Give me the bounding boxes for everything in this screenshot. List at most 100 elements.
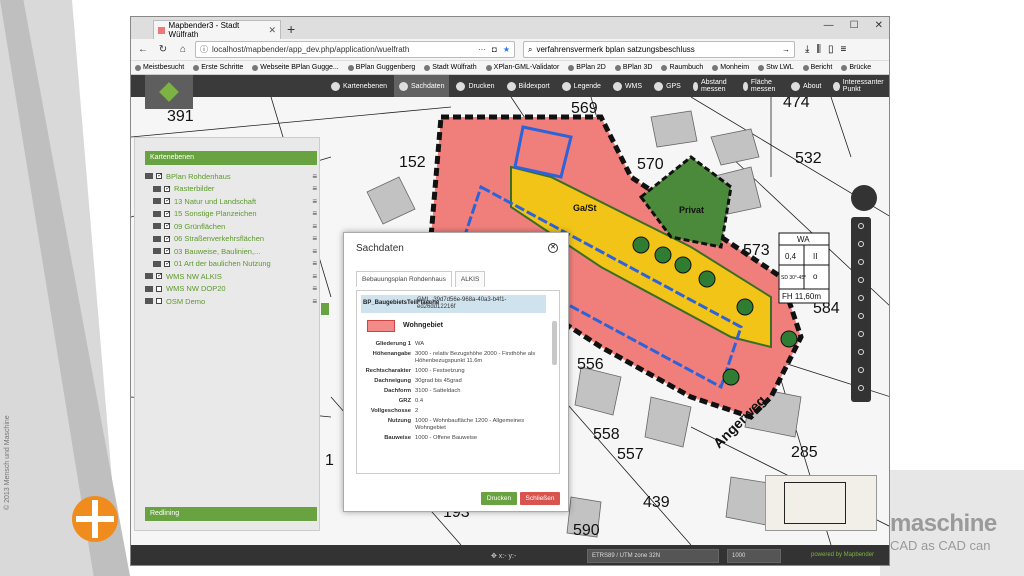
toolbar-wms[interactable]: WMS xyxy=(608,75,647,97)
zoom-step[interactable] xyxy=(858,331,864,337)
layer-item[interactable]: ✓ 06 Straßenverkehrsflächen ≡ xyxy=(145,233,317,246)
bookmark-item[interactable]: Meistbesucht xyxy=(135,64,184,71)
panel-collapse-handle[interactable] xyxy=(321,303,329,315)
layer-checkbox[interactable]: ✓ xyxy=(164,185,170,192)
layer-menu-icon[interactable]: ≡ xyxy=(312,272,317,281)
layer-checkbox[interactable]: ✓ xyxy=(156,273,162,280)
menu-icon[interactable]: ≡ xyxy=(841,44,847,55)
search-bar[interactable]: ⌕ verfahrensvermerk bplan satzungsbeschl… xyxy=(523,41,795,58)
layer-menu-icon[interactable]: ≡ xyxy=(312,259,317,268)
layer-menu-icon[interactable]: ≡ xyxy=(312,247,317,256)
minimize-icon[interactable]: — xyxy=(824,20,834,31)
zoom-step[interactable] xyxy=(858,295,864,301)
bookmark-item[interactable]: Brücke xyxy=(841,64,871,71)
layer-item[interactable]: ✓ 09 Grünflächen ≡ xyxy=(145,220,317,233)
pan-control-icon[interactable] xyxy=(851,185,877,211)
zoom-step[interactable] xyxy=(858,385,864,391)
layer-checkbox[interactable]: ✓ xyxy=(156,173,162,180)
zoom-step[interactable] xyxy=(858,313,864,319)
page-actions-icon[interactable]: ··· xyxy=(478,45,486,54)
layer-checkbox[interactable]: ✓ xyxy=(164,210,170,217)
toolbar-drucken[interactable]: Drucken xyxy=(451,75,499,97)
toolbar-sachdaten[interactable]: Sachdaten xyxy=(393,75,450,97)
layer-item[interactable]: ✓ 03 Bauweise, Baulinien,... ≡ xyxy=(145,245,317,258)
layer-checkbox[interactable]: ✓ xyxy=(164,198,170,205)
layer-item[interactable]: ✓ BPlan Rohdenhaus ≡ xyxy=(145,170,317,183)
layer-menu-icon[interactable]: ≡ xyxy=(312,284,317,293)
sidebar-icon[interactable]: ▯ xyxy=(828,44,834,55)
layer-item[interactable]: ✓ 01 Art der baulichen Nutzung ≡ xyxy=(145,258,317,271)
toolbar-about[interactable]: About xyxy=(786,75,826,97)
zoom-step[interactable] xyxy=(858,277,864,283)
toolbar-gps[interactable]: GPS xyxy=(649,75,686,97)
tab-bebauungsplan[interactable]: Bebauungsplan Rohdenhaus xyxy=(356,271,452,287)
layer-checkbox[interactable]: ✓ xyxy=(164,223,170,230)
layer-checkbox[interactable] xyxy=(156,298,162,305)
bookmark-item[interactable]: Stw LWL xyxy=(758,64,794,71)
layer-menu-icon[interactable]: ≡ xyxy=(312,172,317,181)
layer-checkbox[interactable]: ✓ xyxy=(164,235,170,242)
layer-checkbox[interactable] xyxy=(156,285,162,292)
scale-select[interactable]: 1000 xyxy=(727,549,781,563)
layer-item[interactable]: ✓ 13 Natur und Landschaft ≡ xyxy=(145,195,317,208)
bookmark-item[interactable]: Webseite BPlan Gugge... xyxy=(252,64,339,71)
layer-menu-icon[interactable]: ≡ xyxy=(312,184,317,193)
layer-item[interactable]: ✓ Rasterbilder ≡ xyxy=(145,183,317,196)
bookmark-item[interactable]: Monheim xyxy=(712,64,749,71)
pocket-icon[interactable]: ◘ xyxy=(492,45,497,54)
redlining-panel-title[interactable]: Redlining xyxy=(145,507,317,521)
bookmark-item[interactable]: BPlan 3D xyxy=(614,64,652,71)
bookmark-item[interactable]: Raumbuch xyxy=(661,64,703,71)
bookmark-item[interactable]: Bericht xyxy=(802,64,832,71)
bookmark-item[interactable]: BPlan Guggenberg xyxy=(347,64,415,71)
reload-icon[interactable]: ↻ xyxy=(155,42,171,58)
toolbar-kartenebenen[interactable]: Kartenebenen xyxy=(326,75,392,97)
layer-checkbox[interactable]: ✓ xyxy=(164,248,170,255)
layer-item[interactable]: WMS NW DOP20 ≡ xyxy=(145,283,317,296)
zoom-step[interactable] xyxy=(858,223,864,229)
layer-panel-title: Kartenebenen xyxy=(145,151,317,165)
bookmark-item[interactable]: Erste Schritte xyxy=(193,64,243,71)
layer-menu-icon[interactable]: ≡ xyxy=(312,234,317,243)
layer-item[interactable]: OSM Demo ≡ xyxy=(145,295,317,308)
close-window-icon[interactable]: ✕ xyxy=(875,20,883,31)
layer-checkbox[interactable]: ✓ xyxy=(164,260,170,267)
toolbar-flaeche[interactable]: Fläche messen xyxy=(738,75,785,97)
new-tab-icon[interactable]: + xyxy=(287,21,295,37)
bookmark-item[interactable]: BPlan 2D xyxy=(568,64,606,71)
bookmark-item[interactable]: XPlan-GML-Validator xyxy=(485,64,559,71)
layer-menu-icon[interactable]: ≡ xyxy=(312,222,317,231)
layer-item[interactable]: ✓ 15 Sonstige Planzeichen ≡ xyxy=(145,208,317,221)
zoom-step[interactable] xyxy=(858,367,864,373)
browser-tab[interactable]: Mapbender3 - Stadt Wülfrath ✕ xyxy=(153,20,281,39)
back-icon[interactable]: ← xyxy=(135,42,151,58)
tab-alkis[interactable]: ALKIS xyxy=(454,271,486,287)
bookmark-star-icon[interactable]: ★ xyxy=(503,45,510,54)
toolbar-bildexport[interactable]: Bildexport xyxy=(502,75,555,97)
print-button[interactable]: Drucken xyxy=(481,492,517,505)
download-icon[interactable]: ⤓ xyxy=(805,44,809,55)
layer-menu-icon[interactable]: ≡ xyxy=(312,197,317,206)
close-button[interactable]: Schließen xyxy=(520,492,560,505)
layer-item[interactable]: ✓ WMS NW ALKIS ≡ xyxy=(145,270,317,283)
maximize-icon[interactable]: ☐ xyxy=(850,20,859,31)
zoom-step[interactable] xyxy=(858,241,864,247)
srs-select[interactable]: ETRS89 / UTM zone 32N xyxy=(587,549,719,563)
toolbar-poi[interactable]: Interessanter Punkt xyxy=(828,75,889,97)
library-icon[interactable]: ⫼ xyxy=(816,44,821,55)
zoom-step[interactable] xyxy=(858,259,864,265)
tab-close-icon[interactable]: ✕ xyxy=(268,25,276,36)
url-bar[interactable]: ⓘ localhost/mapbender/app_dev.php/applic… xyxy=(195,41,515,58)
bookmark-item[interactable]: Stadt Wülfrath xyxy=(424,64,477,71)
search-go-icon[interactable]: → xyxy=(782,45,790,54)
overview-map[interactable] xyxy=(765,475,877,531)
zoom-step[interactable] xyxy=(858,349,864,355)
dialog-scrollbar[interactable] xyxy=(552,321,557,365)
layer-menu-icon[interactable]: ≡ xyxy=(312,209,317,218)
toolbar-legende[interactable]: Legende xyxy=(557,75,606,97)
zoom-slider[interactable] xyxy=(851,217,871,402)
close-icon[interactable]: ✕ xyxy=(548,243,558,253)
toolbar-abstand[interactable]: Abstand messen xyxy=(688,75,736,97)
layer-menu-icon[interactable]: ≡ xyxy=(312,297,317,306)
home-icon[interactable]: ⌂ xyxy=(175,42,191,58)
